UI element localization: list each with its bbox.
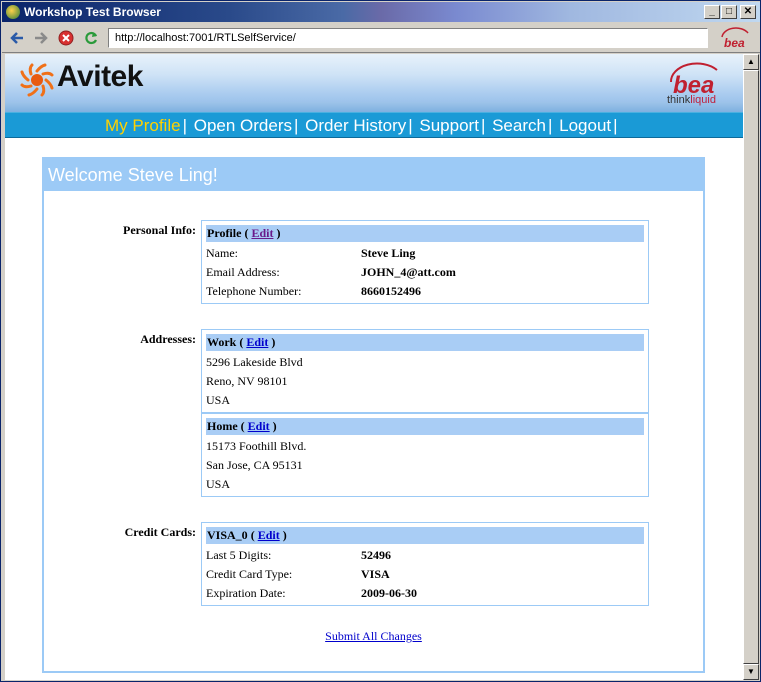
bea-tagline: thinkliquid	[667, 94, 716, 106]
credit-card-row: Expiration Date: 2009-06-30	[206, 586, 417, 600]
panel-header: Welcome Steve Ling!	[44, 159, 703, 191]
credit-card-header: VISA_0 ( Edit )	[206, 527, 644, 544]
browser-window: Workshop Test Browser _ □ ✕ http://local…	[0, 0, 761, 682]
addresses-label: Addresses:	[140, 332, 196, 346]
stop-icon	[58, 30, 74, 46]
scroll-thumb[interactable]	[743, 70, 759, 664]
edit-credit-card-link[interactable]: Edit	[258, 528, 280, 542]
bea-logo-icon: bea	[721, 27, 749, 49]
edit-work-address-link[interactable]: Edit	[246, 335, 268, 349]
profile-panel: Welcome Steve Ling! Personal Info: Profi…	[42, 157, 705, 673]
vertical-scrollbar[interactable]: ▲ ▼	[743, 54, 759, 680]
address-line: San Jose, CA 95131	[206, 458, 303, 472]
toolbar: http://localhost:7001/RTLSelfService/ be…	[2, 23, 760, 53]
minimize-button[interactable]: _	[704, 5, 720, 19]
nav-bar: My Profile | Open Orders | Order History | …	[5, 112, 743, 138]
profile-header: Profile ( Edit )	[206, 225, 644, 242]
address-line: USA	[206, 393, 231, 407]
edit-profile-link[interactable]: Edit	[251, 226, 273, 240]
title-bar: Workshop Test Browser _ □ ✕	[2, 2, 760, 22]
profile-row: Email Address: JOHN_4@att.com	[206, 265, 456, 279]
profile-row: Telephone Number: 8660152496	[206, 284, 421, 298]
credit-card-row: Last 5 Digits: 52496	[206, 548, 391, 562]
credit-cards-label: Credit Cards:	[124, 525, 196, 539]
stop-button[interactable]	[57, 29, 75, 47]
scroll-up-icon[interactable]: ▲	[743, 54, 759, 70]
nav-support[interactable]: Support	[419, 116, 479, 135]
work-address-box: Work ( Edit ) 5296 Lakeside Blvd Reno, N…	[201, 329, 649, 413]
submit-all-changes-link[interactable]: Submit All Changes	[325, 629, 422, 643]
home-address-box: Home ( Edit ) 15173 Foothill Blvd. San J…	[201, 413, 649, 497]
header-banner: Avitek bea thinkliquid	[5, 54, 743, 112]
address-line: Reno, NV 98101	[206, 374, 288, 388]
maximize-button[interactable]: □	[721, 5, 737, 19]
back-button[interactable]	[8, 29, 26, 47]
profile-box: Profile ( Edit ) Name: Steve Ling Email A…	[201, 220, 649, 304]
work-address-header: Work ( Edit )	[206, 334, 644, 351]
window-title: Workshop Test Browser	[24, 5, 161, 19]
nav-my-profile[interactable]: My Profile	[105, 116, 181, 135]
refresh-icon	[85, 31, 98, 45]
refresh-button[interactable]	[82, 29, 100, 47]
address-bar[interactable]: http://localhost:7001/RTLSelfService/	[108, 28, 708, 48]
edit-home-address-link[interactable]: Edit	[248, 419, 270, 433]
arrow-left-icon	[10, 32, 23, 44]
page-content: Avitek bea thinkliquid My Profile | Open …	[5, 54, 743, 680]
address-line: USA	[206, 477, 231, 491]
nav-open-orders[interactable]: Open Orders	[194, 116, 292, 135]
forward-button[interactable]	[32, 29, 50, 47]
avitek-sun-icon	[20, 63, 54, 97]
home-address-header: Home ( Edit )	[206, 418, 644, 435]
app-icon	[6, 5, 20, 19]
personal-info-label: Personal Info:	[123, 223, 196, 237]
avitek-logo-text: Avitek	[57, 60, 143, 93]
scroll-down-icon[interactable]: ▼	[743, 664, 759, 680]
credit-card-row: Credit Card Type: VISA	[206, 567, 390, 581]
credit-card-box: VISA_0 ( Edit ) Last 5 Digits: 52496 Cred…	[201, 522, 649, 606]
close-button[interactable]: ✕	[740, 5, 756, 19]
nav-search[interactable]: Search	[492, 116, 546, 135]
arrow-right-icon	[35, 32, 48, 44]
nav-logout[interactable]: Logout	[559, 116, 611, 135]
submit-row: Submit All Changes	[44, 629, 703, 644]
address-line: 15173 Foothill Blvd.	[206, 439, 307, 453]
address-line: 5296 Lakeside Blvd	[206, 355, 303, 369]
welcome-title: Welcome Steve Ling!	[48, 165, 218, 185]
profile-row: Name: Steve Ling	[206, 246, 416, 260]
nav-order-history[interactable]: Order History	[305, 116, 406, 135]
svg-text:bea: bea	[724, 36, 745, 49]
